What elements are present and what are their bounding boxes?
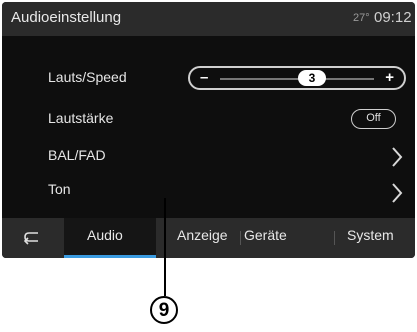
setting-label-balance-fader[interactable]: BAL/FAD: [48, 147, 106, 163]
stepper-track: [220, 78, 374, 80]
stepper-value: 3: [298, 70, 326, 86]
active-tab-indicator: [64, 255, 156, 258]
chevron-right-icon[interactable]: [390, 146, 404, 168]
page-title: Audioeinstellung: [11, 9, 122, 26]
speed-volume-stepper[interactable]: – 3 +: [188, 66, 406, 90]
decrease-button[interactable]: –: [200, 69, 208, 86]
header-bar: Audioeinstellung 27° 09:12: [2, 2, 415, 36]
tab-system[interactable]: System: [347, 227, 394, 243]
setting-label-loudness: Lautstärke: [48, 110, 114, 126]
display-screen: Audioeinstellung 27° 09:12 Lauts/Speed –…: [2, 2, 415, 258]
back-arrow-icon[interactable]: [22, 230, 42, 246]
chevron-right-icon[interactable]: [390, 182, 404, 204]
tab-devices[interactable]: Geräte: [244, 227, 287, 243]
tab-divider: [334, 231, 335, 245]
setting-label-speed-volume: Lauts/Speed: [48, 69, 127, 85]
clock: 09:12: [374, 9, 412, 26]
callout-leader-line: [164, 198, 166, 296]
tab-divider: [240, 231, 241, 245]
tab-bar: Audio Anzeige Geräte System: [2, 218, 415, 258]
temperature-readout: 27°: [353, 12, 370, 24]
callout-number: 9: [150, 296, 178, 324]
loudness-toggle[interactable]: Off: [351, 109, 396, 129]
tab-display[interactable]: Anzeige: [177, 227, 228, 243]
increase-button[interactable]: +: [385, 69, 394, 86]
setting-label-tone[interactable]: Ton: [48, 181, 71, 197]
tab-audio[interactable]: Audio: [87, 227, 123, 243]
settings-list: Lauts/Speed – 3 + Lautstärke Off BAL/FAD…: [2, 36, 415, 218]
